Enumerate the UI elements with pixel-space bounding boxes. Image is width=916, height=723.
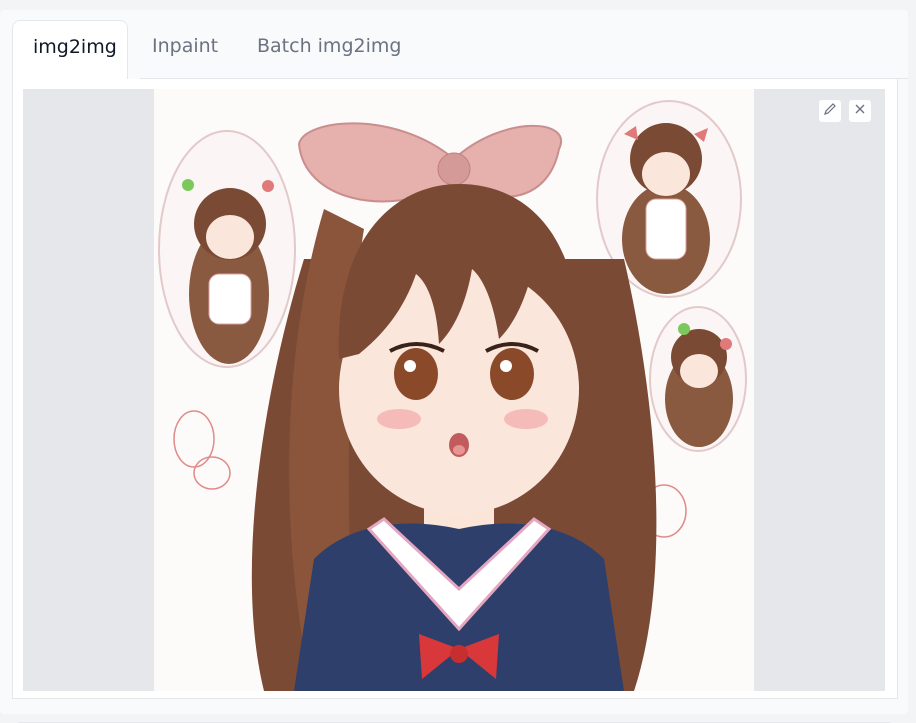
pencil-icon (823, 102, 837, 121)
tab-img2img[interactable]: img2img (12, 20, 128, 80)
clear-image-button[interactable] (848, 99, 872, 123)
tab-bar: img2img Inpaint Batch img2img (12, 20, 908, 80)
anime-girl-illustration (154, 89, 754, 691)
tab-inpaint[interactable]: Inpaint (132, 20, 238, 80)
image-upload-area[interactable] (23, 89, 885, 691)
tab-batch-img2img[interactable]: Batch img2img (237, 20, 421, 80)
edit-image-button[interactable] (818, 99, 842, 123)
close-icon (853, 102, 867, 121)
app-frame: img2img Inpaint Batch img2img (0, 10, 908, 723)
uploaded-image (154, 89, 754, 691)
img2img-panel (12, 79, 898, 699)
